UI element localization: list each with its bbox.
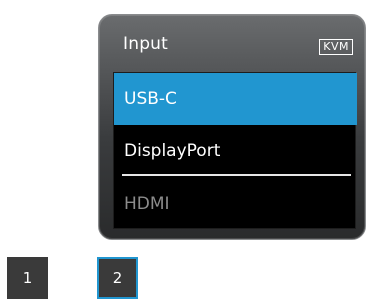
kvm-badge: KVM [319,39,353,55]
input-source-list: USB-C DisplayPort HDMI [113,72,357,230]
key-1-button[interactable]: 1 [7,257,48,299]
key-2-button[interactable]: 2 [97,257,138,299]
menu-item-displayport[interactable]: DisplayPort [114,125,357,177]
displayport-underline [122,174,351,176]
menu-item-hdmi[interactable]: HDMI [114,178,357,230]
osd-title: Input [123,34,169,54]
menu-item-usb-c[interactable]: USB-C [114,73,357,125]
input-osd-panel: Input KVM USB-C DisplayPort HDMI [98,14,366,240]
